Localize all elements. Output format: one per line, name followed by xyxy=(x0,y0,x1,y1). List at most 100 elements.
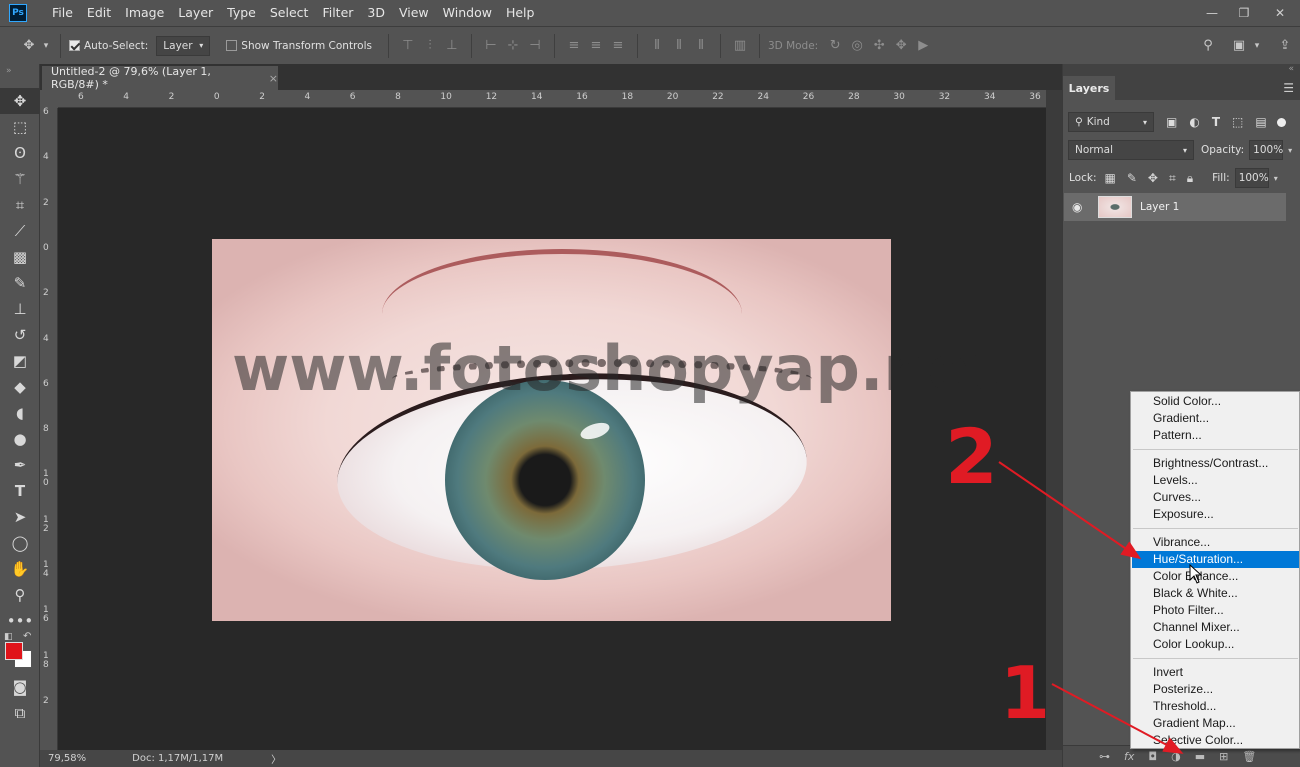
workspace-icon[interactable]: ▣ xyxy=(1228,35,1250,57)
history-brush-tool-icon[interactable]: ↺ xyxy=(0,322,40,348)
ellipse-tool-icon[interactable]: ◯ xyxy=(0,530,40,556)
adjustment-menu-item[interactable]: Brightness/Contrast... xyxy=(1132,455,1299,472)
orbit-3d-icon[interactable]: ↻ xyxy=(824,35,846,57)
adjustment-menu-item[interactable]: Selective Color... xyxy=(1132,732,1299,749)
document-tab[interactable]: Untitled-2 @ 79,6% (Layer 1, RGB/8#) * × xyxy=(42,65,278,91)
more-tools-icon[interactable]: ••• xyxy=(0,608,40,634)
share-icon[interactable]: ⇪ xyxy=(1274,35,1296,57)
align-vcenter-icon[interactable]: ⫶ xyxy=(419,35,441,57)
fx-icon[interactable]: fx xyxy=(1124,750,1134,763)
chevron-right-icon[interactable]: 〉 xyxy=(271,751,281,766)
eraser-tool-icon[interactable]: ◩ xyxy=(0,348,40,374)
adjustment-menu-item[interactable]: Invert xyxy=(1132,664,1299,681)
marquee-tool-icon[interactable]: ⬚ xyxy=(0,114,40,140)
path-selection-tool-icon[interactable]: ➤ xyxy=(0,504,40,530)
restore-icon[interactable]: ❐ xyxy=(1228,0,1260,26)
zoom-tool-icon[interactable]: ⚲ xyxy=(0,582,40,608)
magic-wand-tool-icon[interactable]: ⚚ xyxy=(0,166,40,192)
align-bottom-icon[interactable]: ⊥ xyxy=(441,35,463,57)
adjustment-menu-item[interactable]: Gradient... xyxy=(1132,410,1299,427)
menu-select[interactable]: Select xyxy=(263,0,316,26)
adjustment-menu-item[interactable]: Color Balance... xyxy=(1132,568,1299,585)
adjustment-menu-item[interactable]: Posterize... xyxy=(1132,681,1299,698)
pen-tool-icon[interactable]: ✒ xyxy=(0,452,40,478)
lock-artboard-icon[interactable]: ⌗ xyxy=(1169,171,1176,185)
distribute-hcenter-icon[interactable]: ⦀ xyxy=(668,35,690,57)
drag-3d-icon[interactable]: ✣ xyxy=(868,35,890,57)
layer-mask-icon[interactable]: ◘ xyxy=(1148,750,1157,763)
crop-tool-icon[interactable]: ⌗ xyxy=(0,192,40,218)
minimize-icon[interactable]: — xyxy=(1196,0,1228,26)
group-icon[interactable]: ▬ xyxy=(1195,750,1205,763)
adjustment-menu-item[interactable]: Solid Color... xyxy=(1132,393,1299,410)
chevron-down-icon[interactable]: ▾ xyxy=(1274,174,1278,183)
adjustment-menu-item[interactable]: Pattern... xyxy=(1132,427,1299,444)
adjustment-menu-item[interactable]: Vibrance... xyxy=(1132,534,1299,551)
align-left-icon[interactable]: ⊢ xyxy=(480,35,502,57)
trash-icon[interactable]: 🗑︎ xyxy=(1242,750,1256,763)
distribute-right-icon[interactable]: ⦀ xyxy=(690,35,712,57)
adjustment-menu-item[interactable]: Black & White... xyxy=(1132,585,1299,602)
panel-collapse-icon[interactable]: » xyxy=(0,64,39,88)
distribute-bottom-icon[interactable]: ≡ xyxy=(607,35,629,57)
swap-colors-icon[interactable]: ↶ xyxy=(23,631,31,642)
distribute-vcenter-icon[interactable]: ≡ xyxy=(585,35,607,57)
align-hcenter-icon[interactable]: ⊹ xyxy=(502,35,524,57)
align-top-icon[interactable]: ⊤ xyxy=(397,35,419,57)
search-icon[interactable]: ⚲ xyxy=(1197,35,1219,57)
lock-image-icon[interactable]: ✎ xyxy=(1127,171,1137,185)
adjustment-menu-item[interactable]: Curves... xyxy=(1132,489,1299,506)
roll-3d-icon[interactable]: ◎ xyxy=(846,35,868,57)
paint-bucket-tool-icon[interactable]: ◆ xyxy=(0,374,40,400)
blur-tool-icon[interactable]: ◖ xyxy=(0,400,40,426)
zoom-level[interactable]: 79,58% xyxy=(48,753,86,764)
adjustment-menu-item[interactable]: Exposure... xyxy=(1132,506,1299,523)
hand-tool-icon[interactable]: ✋ xyxy=(0,556,40,582)
adjustment-layer-icon[interactable]: ◑ xyxy=(1171,750,1181,763)
adjustment-menu-item[interactable]: Threshold... xyxy=(1132,698,1299,715)
close-icon[interactable]: ✕ xyxy=(1260,0,1300,26)
eyedropper-tool-icon[interactable]: ⟋ xyxy=(0,218,40,244)
menu-type[interactable]: Type xyxy=(220,0,263,26)
default-colors-icon[interactable]: ◧ xyxy=(4,632,13,642)
auto-select-checkbox[interactable] xyxy=(69,40,80,51)
chevron-down-icon[interactable]: ▾ xyxy=(1288,146,1292,155)
layer-row[interactable]: ◉ Layer 1 xyxy=(1064,193,1286,221)
adjustment-menu-item[interactable]: Photo Filter... xyxy=(1132,602,1299,619)
foreground-color-swatch[interactable] xyxy=(5,642,23,660)
clone-stamp-tool-icon[interactable]: ⊥ xyxy=(0,296,40,322)
panel-menu-icon[interactable]: ☰ xyxy=(1283,81,1294,95)
adjustment-filter-icon[interactable]: ◐ xyxy=(1189,115,1199,129)
auto-select-dropdown[interactable]: Layer ▾ xyxy=(156,35,211,56)
shape-filter-icon[interactable]: ⬚ xyxy=(1232,115,1243,129)
menu-filter[interactable]: Filter xyxy=(315,0,360,26)
new-layer-icon[interactable]: ⊞ xyxy=(1219,750,1228,763)
adjustment-menu-item[interactable]: Color Lookup... xyxy=(1132,636,1299,653)
tab-layers[interactable]: Layers xyxy=(1063,76,1115,100)
canvas-area[interactable] xyxy=(58,108,1046,750)
adjustment-menu-item[interactable]: Channel Mixer... xyxy=(1132,619,1299,636)
distribute-left-icon[interactable]: ⦀ xyxy=(646,35,668,57)
lock-transparent-icon[interactable]: ▦ xyxy=(1104,171,1115,185)
camera-3d-icon[interactable]: ▶ xyxy=(912,35,934,57)
pixel-filter-icon[interactable]: ▣ xyxy=(1166,115,1177,129)
quick-mask-icon[interactable]: ◙ xyxy=(0,674,40,700)
type-filter-icon[interactable]: T xyxy=(1212,115,1220,129)
menu-view[interactable]: View xyxy=(392,0,436,26)
move-tool-icon[interactable]: ✥ xyxy=(18,35,40,57)
panel-collapse-icon[interactable]: « xyxy=(1063,64,1300,76)
healing-brush-tool-icon[interactable]: ▩ xyxy=(0,244,40,270)
fill-input[interactable]: 100% xyxy=(1234,168,1269,188)
adjustment-menu-item[interactable]: Hue/Saturation... xyxy=(1132,551,1299,568)
smart-object-filter-icon[interactable]: ▤ xyxy=(1255,115,1266,129)
filter-toggle-icon[interactable] xyxy=(1276,117,1286,127)
menu-image[interactable]: Image xyxy=(118,0,171,26)
link-layers-icon[interactable]: ⊶ xyxy=(1099,750,1110,763)
opacity-input[interactable]: 100% xyxy=(1249,140,1283,160)
align-right-icon[interactable]: ⊣ xyxy=(524,35,546,57)
menu-window[interactable]: Window xyxy=(436,0,499,26)
close-tab-icon[interactable]: × xyxy=(269,72,278,85)
slide-3d-icon[interactable]: ✥ xyxy=(890,35,912,57)
brush-tool-icon[interactable]: ✎ xyxy=(0,270,40,296)
menu-help[interactable]: Help xyxy=(499,0,542,26)
